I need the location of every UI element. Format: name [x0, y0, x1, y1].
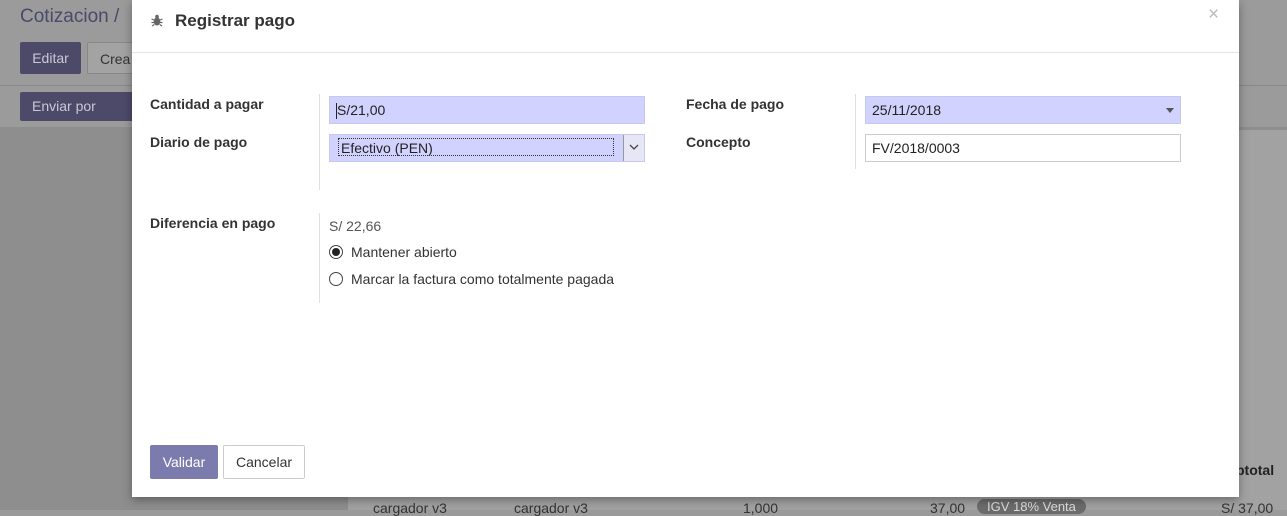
date-value: 25/11/2018	[872, 102, 942, 118]
journal-select[interactable]: Efectivo (PEN)	[329, 134, 645, 162]
column-separator	[319, 213, 320, 303]
radio-label[interactable]: Marcar la factura como totalmente pagada	[351, 271, 614, 287]
amount-field[interactable]: S/21,00	[329, 96, 645, 124]
column-separator	[855, 94, 856, 169]
radio-label[interactable]: Mantener abierto	[351, 244, 457, 260]
amount-value: S/21,00	[337, 102, 386, 118]
table-header-subtotal: btotal	[1236, 462, 1275, 478]
table-cell-description: cargador v3	[514, 500, 588, 516]
close-icon[interactable]: ×	[1208, 4, 1219, 26]
radio-button[interactable]	[329, 245, 343, 259]
radio-button[interactable]	[329, 272, 343, 286]
table-cell-quantity: 1,000	[743, 500, 779, 516]
column-separator	[319, 94, 320, 190]
dialog-title: Registrar pago	[175, 11, 295, 30]
breadcrumb[interactable]: Cotizacion /	[20, 6, 119, 28]
memo-value: FV/2018/0003	[872, 140, 960, 156]
register-payment-dialog: Registrar pago × Cantidad a pagar S/21,0…	[132, 0, 1239, 497]
edit-button[interactable]: Editar	[20, 42, 81, 74]
bug-icon	[150, 13, 164, 27]
validate-button[interactable]: Validar	[150, 445, 218, 479]
date-label: Fecha de pago	[686, 96, 785, 112]
payment-difference-label: Diferencia en pago	[150, 215, 276, 231]
memo-label: Concepto	[686, 134, 751, 150]
radio-keep-open[interactable]: Mantener abierto	[329, 244, 629, 264]
payment-difference-amount: S/ 22,66	[329, 218, 382, 234]
caret-down-icon[interactable]	[1166, 108, 1174, 113]
table-cell-price: 37,00	[930, 500, 966, 516]
send-email-button[interactable]: Enviar por Email	[20, 92, 140, 143]
chevron-down-icon[interactable]	[623, 135, 644, 161]
journal-label: Diario de pago	[150, 134, 248, 150]
amount-label: Cantidad a pagar	[150, 96, 264, 112]
tax-badge: IGV 18% Venta	[977, 499, 1086, 514]
payment-date-field[interactable]: 25/11/2018	[865, 96, 1181, 124]
table-cell-product: cargador v3	[373, 500, 447, 516]
cancel-button[interactable]: Cancelar	[223, 445, 305, 479]
dialog-header: Registrar pago ×	[132, 0, 1239, 53]
radio-mark-fully-paid[interactable]: Marcar la factura como totalmente pagada	[329, 271, 649, 291]
journal-value: Efectivo (PEN)	[338, 138, 614, 156]
table-cell-subtotal: S/ 37,00	[1221, 500, 1274, 516]
memo-field[interactable]: FV/2018/0003	[865, 134, 1181, 162]
